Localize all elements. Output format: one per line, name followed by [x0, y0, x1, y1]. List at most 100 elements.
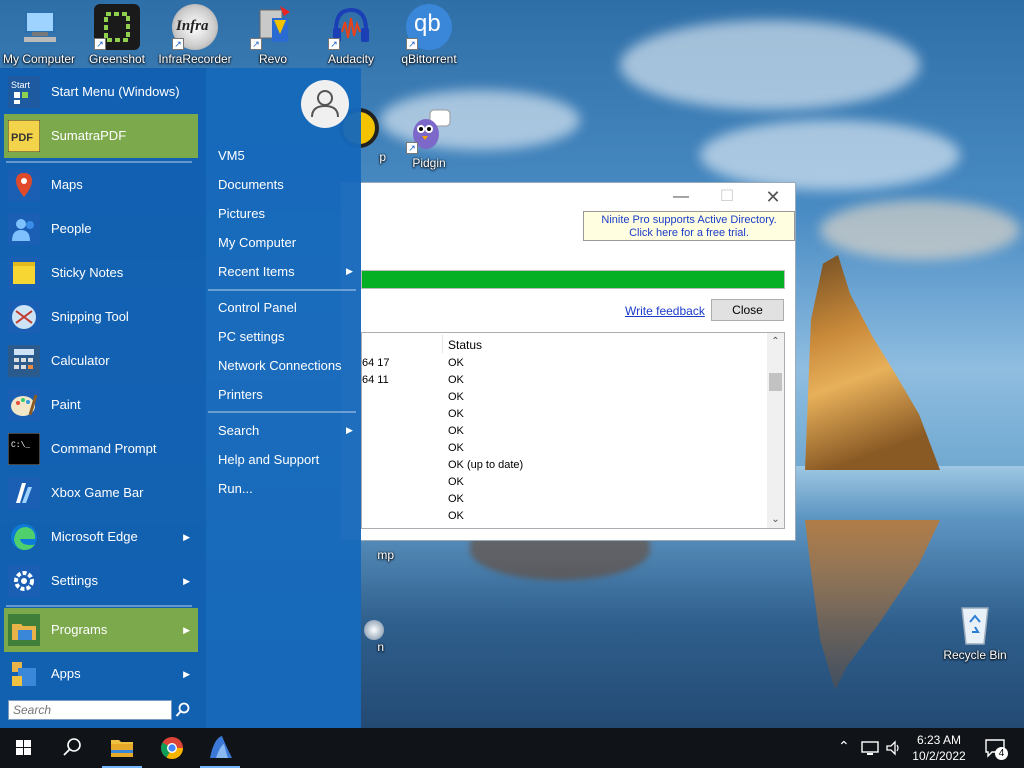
start-app-apps[interactable]: Apps ▶ — [4, 652, 198, 696]
start-app-sticky-notes[interactable]: Sticky Notes — [4, 251, 198, 295]
desktop-icon-audacity[interactable]: ↗ Audacity — [312, 4, 390, 66]
desktop-icon-recycle-bin[interactable]: Recycle Bin — [936, 600, 1014, 662]
desktop-icon-infrarecorder[interactable]: Infra ↗ InfraRecorder — [156, 4, 234, 66]
start-app-xbox-game-bar[interactable]: Xbox Game Bar — [4, 471, 198, 515]
start-app-label: Calculator — [51, 353, 110, 368]
ninite-window[interactable]: — ☐ ✕ Ninite Pro supports Active Directo… — [340, 182, 796, 541]
clock[interactable]: 6:23 AM 10/2/2022 — [906, 732, 972, 764]
windows-logo-icon — [16, 740, 31, 755]
start-link-recent-items[interactable]: Recent Items — [218, 264, 295, 279]
table-row[interactable]: OK — [362, 508, 784, 525]
table-row[interactable]: OK — [362, 474, 784, 491]
status-column-header[interactable]: Status — [448, 338, 482, 352]
search-icon[interactable] — [175, 702, 191, 718]
start-link-help-and-support[interactable]: Help and Support — [218, 452, 319, 467]
start-menu[interactable]: Start Start Menu (Windows) PDF SumatraPDF Ma… — [0, 68, 361, 728]
start-search-input[interactable] — [8, 700, 172, 720]
desktop-icon-qbittorrent[interactable]: qb ↗ qBittorrent — [390, 4, 468, 66]
user-avatar[interactable] — [301, 80, 349, 128]
install-status-list[interactable]: Status 64 17 OK 64 11 OK OK OK OK OK OK (up to d… — [361, 332, 785, 529]
start-link-pictures[interactable]: Pictures — [218, 206, 265, 221]
status-cell: OK — [448, 510, 464, 522]
close-button[interactable]: Close — [711, 299, 784, 321]
start-link-vm5[interactable]: VM5 — [218, 148, 245, 163]
scroll-thumb[interactable] — [769, 373, 782, 391]
start-link-my-computer[interactable]: My Computer — [218, 235, 296, 250]
search-icon — [63, 738, 81, 756]
scissors-icon — [8, 301, 40, 333]
xbox-icon — [8, 477, 40, 509]
start-app-settings[interactable]: Settings ▶ — [4, 559, 198, 603]
start-app-start-menu-windows[interactable]: Start Start Menu (Windows) — [4, 70, 198, 114]
start-app-calculator[interactable]: Calculator — [4, 339, 198, 383]
shortcut-arrow-icon: ↗ — [328, 38, 340, 50]
volume-icon[interactable] — [884, 738, 904, 761]
calculator-icon — [8, 345, 40, 377]
start-link-network-connections[interactable]: Network Connections — [218, 358, 342, 373]
notification-badge: 4 — [995, 747, 1008, 760]
start-button[interactable] — [0, 728, 48, 768]
title-bar[interactable]: — ☐ ✕ — [341, 183, 795, 211]
minimize-button[interactable]: — — [669, 187, 693, 207]
sticky-note-icon — [8, 257, 40, 289]
table-row[interactable]: OK — [362, 440, 784, 457]
desktop-icon-pidgin[interactable]: ↗ Pidgin — [390, 108, 468, 170]
desktop-icon-revo[interactable]: ↗ Revo — [234, 4, 312, 66]
start-menu-icon: Start — [8, 76, 40, 108]
show-hidden-icons-chevron-icon[interactable]: ⌃ — [838, 738, 850, 755]
desktop-icon-greenshot[interactable]: ↗ Greenshot — [78, 4, 156, 66]
shortcut-arrow-icon: ↗ — [94, 38, 106, 50]
start-app-label: People — [51, 221, 92, 236]
start-link-search[interactable]: Search — [218, 423, 259, 438]
write-feedback-link[interactable]: Write feedback — [625, 304, 705, 318]
start-link-documents[interactable]: Documents — [218, 177, 284, 192]
status-cell: OK — [448, 374, 464, 386]
list-scrollbar[interactable]: ⌃ ⌄ — [767, 333, 784, 528]
taskbar-chrome[interactable] — [148, 728, 196, 768]
svg-text:C:\_: C:\_ — [11, 441, 30, 450]
scroll-down-arrow-icon[interactable]: ⌄ — [767, 511, 784, 528]
table-row[interactable]: 64 11 OK — [362, 372, 784, 389]
start-app-label: Xbox Game Bar — [51, 485, 144, 500]
start-link-printers[interactable]: Printers — [218, 387, 263, 402]
start-app-snipping-tool[interactable]: Snipping Tool — [4, 295, 198, 339]
notification-center-icon[interactable]: 4 — [984, 738, 1008, 760]
taskbar-ninite[interactable] — [196, 728, 244, 768]
table-row[interactable]: OK — [362, 491, 784, 508]
column-separator — [442, 335, 443, 353]
start-app-label: SumatraPDF — [51, 128, 127, 143]
gear-icon — [8, 565, 40, 597]
taskbar-file-explorer[interactable] — [98, 728, 146, 768]
status-cell: OK — [448, 391, 464, 403]
table-row[interactable]: OK — [362, 423, 784, 440]
pro-promo-banner[interactable]: Ninite Pro supports Active Directory. Cl… — [583, 211, 795, 241]
status-cell: OK — [448, 425, 464, 437]
start-link-run[interactable]: Run... — [218, 481, 253, 496]
app-version-cell: 64 17 — [362, 357, 390, 369]
start-app-paint[interactable]: Paint — [4, 383, 198, 427]
start-app-people[interactable]: People — [4, 207, 198, 251]
desktop-icon-my-computer[interactable]: My Computer — [0, 4, 78, 66]
table-row[interactable]: OK — [362, 389, 784, 406]
table-row[interactable]: OK — [362, 406, 784, 423]
table-row[interactable]: OK (up to date) — [362, 457, 784, 474]
start-link-control-panel[interactable]: Control Panel — [218, 300, 297, 315]
start-app-label: Settings — [51, 573, 98, 588]
status-cell: OK — [448, 357, 464, 369]
close-window-button[interactable]: ✕ — [761, 187, 785, 207]
start-app-command-prompt[interactable]: C:\_ Command Prompt — [4, 427, 198, 471]
table-row[interactable]: 64 17 OK — [362, 355, 784, 372]
scroll-up-arrow-icon[interactable]: ⌃ — [767, 333, 784, 350]
status-cell: OK — [448, 493, 464, 505]
start-app-sumatrapdf[interactable]: PDF SumatraPDF — [4, 114, 198, 158]
maximize-button[interactable]: ☐ — [715, 187, 739, 207]
taskbar-search-button[interactable] — [48, 728, 96, 768]
start-app-programs[interactable]: Programs ▶ — [4, 608, 198, 652]
network-icon[interactable] — [860, 738, 880, 761]
start-app-microsoft-edge[interactable]: Microsoft Edge ▶ — [4, 515, 198, 559]
infrarecorder-icon: Infra ↗ — [172, 4, 218, 50]
start-link-pc-settings[interactable]: PC settings — [218, 329, 284, 344]
shortcut-arrow-icon: ↗ — [406, 142, 418, 154]
start-app-label: Maps — [51, 177, 83, 192]
start-app-maps[interactable]: Maps — [4, 163, 198, 207]
